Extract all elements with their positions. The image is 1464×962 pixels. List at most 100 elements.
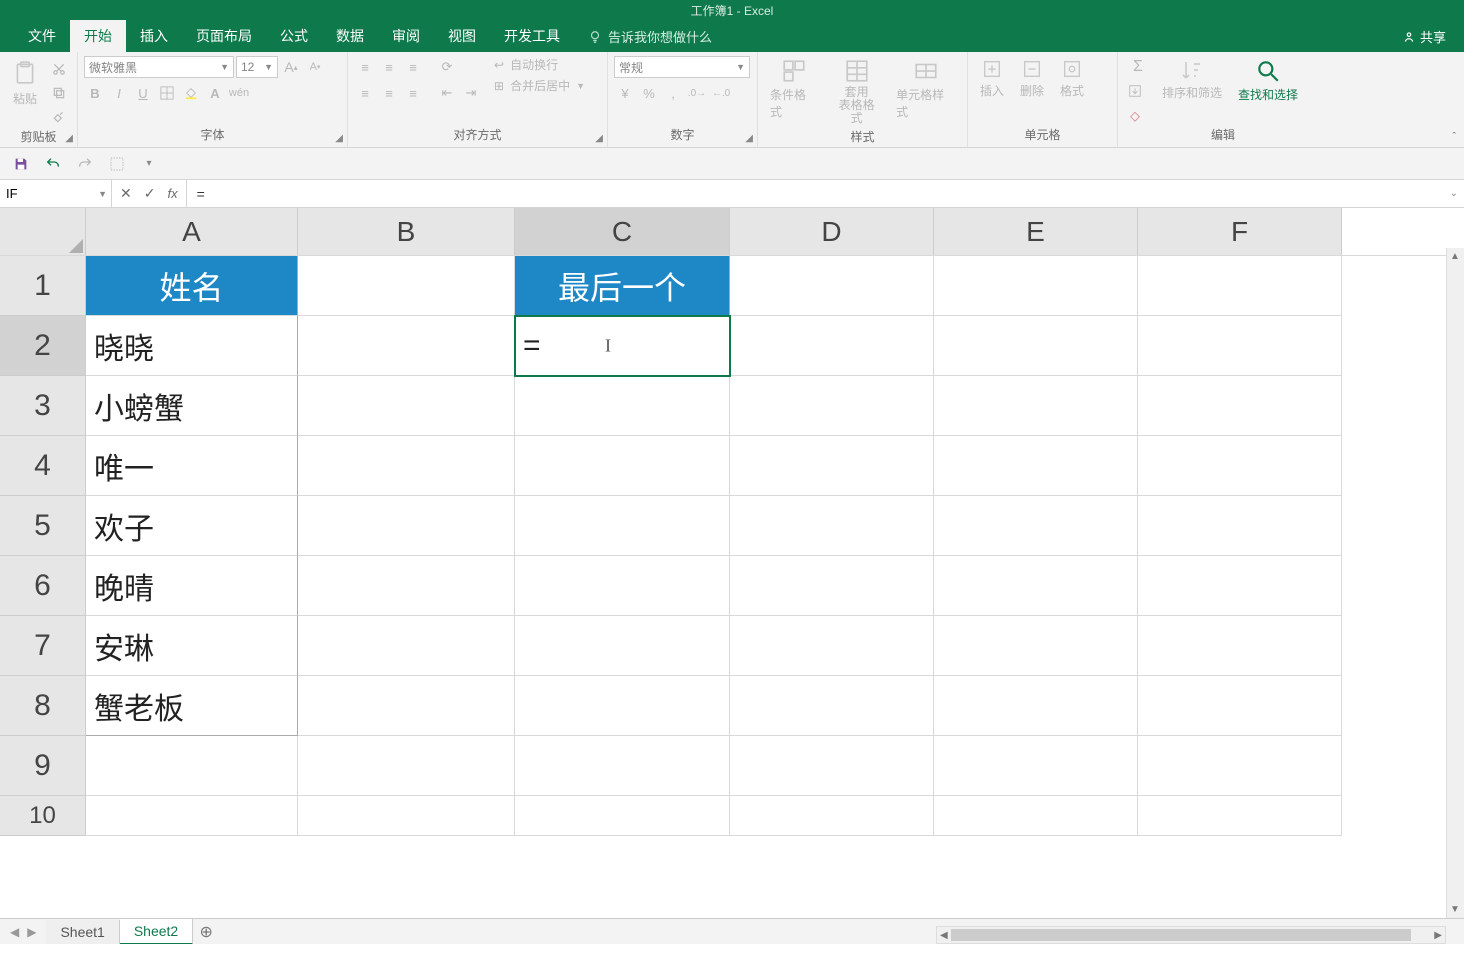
increase-decimal-button[interactable]: .0→ xyxy=(686,82,708,104)
cell-D2[interactable] xyxy=(730,316,934,376)
orientation-button[interactable]: ⟳ xyxy=(436,56,458,78)
cell-F5[interactable] xyxy=(1138,496,1342,556)
cell-E1[interactable] xyxy=(934,256,1138,316)
cell-F2[interactable] xyxy=(1138,316,1342,376)
col-header-A[interactable]: A xyxy=(86,208,298,255)
cell-E7[interactable] xyxy=(934,616,1138,676)
cell-A3[interactable]: 小螃蟹 xyxy=(86,376,298,436)
tab-file[interactable]: 文件 xyxy=(14,20,70,52)
cell-A1[interactable]: 姓名 xyxy=(86,256,298,316)
cut-button[interactable] xyxy=(48,58,70,80)
tab-insert[interactable]: 插入 xyxy=(126,20,182,52)
align-center-button[interactable]: ≡ xyxy=(378,82,400,104)
percent-button[interactable]: % xyxy=(638,82,660,104)
cell-E3[interactable] xyxy=(934,376,1138,436)
qat-item[interactable] xyxy=(106,153,128,175)
increase-indent-button[interactable]: ⇥ xyxy=(460,82,482,104)
comma-button[interactable]: , xyxy=(662,82,684,104)
italic-button[interactable]: I xyxy=(108,82,130,104)
increase-font-button[interactable]: A▴ xyxy=(280,56,302,78)
cell-A5[interactable]: 欢子 xyxy=(86,496,298,556)
formula-enter-button[interactable]: ✓ xyxy=(144,185,156,202)
select-all-corner[interactable] xyxy=(0,208,86,255)
scroll-thumb[interactable] xyxy=(951,929,1411,941)
find-select-button[interactable]: 查找和选择 xyxy=(1232,56,1304,105)
clear-button[interactable] xyxy=(1124,104,1146,126)
cell-F10[interactable] xyxy=(1138,796,1342,836)
row-header-7[interactable]: 7 xyxy=(0,616,86,676)
cell-D5[interactable] xyxy=(730,496,934,556)
save-button[interactable] xyxy=(10,153,32,175)
accounting-button[interactable]: ¥ xyxy=(614,82,636,104)
cell-B4[interactable] xyxy=(298,436,515,496)
row-header-8[interactable]: 8 xyxy=(0,676,86,736)
cell-A4[interactable]: 唯一 xyxy=(86,436,298,496)
undo-button[interactable] xyxy=(42,153,64,175)
redo-button[interactable] xyxy=(74,153,96,175)
cell-D1[interactable] xyxy=(730,256,934,316)
merge-center-button[interactable]: ⊞合并后居中▼ xyxy=(494,77,585,94)
cell-A10[interactable] xyxy=(86,796,298,836)
clipboard-launcher[interactable]: ◢ xyxy=(65,133,73,144)
underline-button[interactable]: U xyxy=(132,82,154,104)
col-header-C[interactable]: C xyxy=(515,208,730,255)
tab-developer[interactable]: 开发工具 xyxy=(490,20,574,52)
insert-cells-button[interactable]: 插入 xyxy=(974,56,1010,101)
cell-C6[interactable] xyxy=(515,556,730,616)
cell-E8[interactable] xyxy=(934,676,1138,736)
cell-B5[interactable] xyxy=(298,496,515,556)
table-format-button[interactable]: 套用 表格格式 xyxy=(827,56,886,128)
decrease-font-button[interactable]: A▾ xyxy=(304,56,326,78)
cell-D9[interactable] xyxy=(730,736,934,796)
font-size-combo[interactable]: 12▼ xyxy=(236,56,278,78)
row-header-9[interactable]: 9 xyxy=(0,736,86,796)
name-box[interactable]: IF ▼ xyxy=(0,180,112,207)
delete-cells-button[interactable]: 删除 xyxy=(1014,56,1050,101)
cell-C1[interactable]: 最后一个 xyxy=(515,256,730,316)
cell-A2[interactable]: 晓晓 xyxy=(86,316,298,376)
horizontal-scrollbar[interactable]: ◀ ▶ xyxy=(936,926,1446,944)
cell-C7[interactable] xyxy=(515,616,730,676)
cell-B3[interactable] xyxy=(298,376,515,436)
cell-B8[interactable] xyxy=(298,676,515,736)
cell-B1[interactable] xyxy=(298,256,515,316)
cell-C8[interactable] xyxy=(515,676,730,736)
scroll-down-icon[interactable]: ▼ xyxy=(1450,904,1460,915)
cell-E6[interactable] xyxy=(934,556,1138,616)
align-middle-button[interactable]: ≡ xyxy=(378,56,400,78)
align-left-button[interactable]: ≡ xyxy=(354,82,376,104)
font-name-combo[interactable]: 微软雅黑▼ xyxy=(84,56,234,78)
cell-D4[interactable] xyxy=(730,436,934,496)
cell-B2[interactable] xyxy=(298,316,515,376)
cell-A6[interactable]: 晚晴 xyxy=(86,556,298,616)
cell-F6[interactable] xyxy=(1138,556,1342,616)
col-header-E[interactable]: E xyxy=(934,208,1138,255)
scroll-left-icon[interactable]: ◀ xyxy=(940,930,948,941)
tell-me-search[interactable]: 告诉我你想做什么 xyxy=(574,21,726,52)
cell-C3[interactable] xyxy=(515,376,730,436)
formula-expand-button[interactable]: ⌄ xyxy=(1450,188,1458,199)
conditional-format-button[interactable]: 条件格式 xyxy=(764,56,823,122)
row-header-4[interactable]: 4 xyxy=(0,436,86,496)
sheet-nav-prev[interactable]: ◀ xyxy=(10,925,19,939)
cell-F7[interactable] xyxy=(1138,616,1342,676)
phonetic-button[interactable]: wén xyxy=(228,82,250,104)
row-header-5[interactable]: 5 xyxy=(0,496,86,556)
cell-F1[interactable] xyxy=(1138,256,1342,316)
decrease-decimal-button[interactable]: ←.0 xyxy=(710,82,732,104)
cell-E10[interactable] xyxy=(934,796,1138,836)
col-header-F[interactable]: F xyxy=(1138,208,1342,255)
cell-F9[interactable] xyxy=(1138,736,1342,796)
tab-pagelayout[interactable]: 页面布局 xyxy=(182,20,266,52)
number-format-combo[interactable]: 常规▼ xyxy=(614,56,750,78)
cell-styles-button[interactable]: 单元格样式 xyxy=(890,56,961,122)
cell-B7[interactable] xyxy=(298,616,515,676)
copy-button[interactable] xyxy=(48,82,70,104)
cell-A8[interactable]: 蟹老板 xyxy=(86,676,298,736)
number-launcher[interactable]: ◢ xyxy=(745,133,753,144)
font-color-button[interactable]: A xyxy=(204,82,226,104)
format-painter-button[interactable] xyxy=(48,106,70,128)
add-sheet-button[interactable]: ⊕ xyxy=(193,919,219,945)
collapse-ribbon-button[interactable]: ˆ xyxy=(1452,131,1456,143)
row-header-3[interactable]: 3 xyxy=(0,376,86,436)
